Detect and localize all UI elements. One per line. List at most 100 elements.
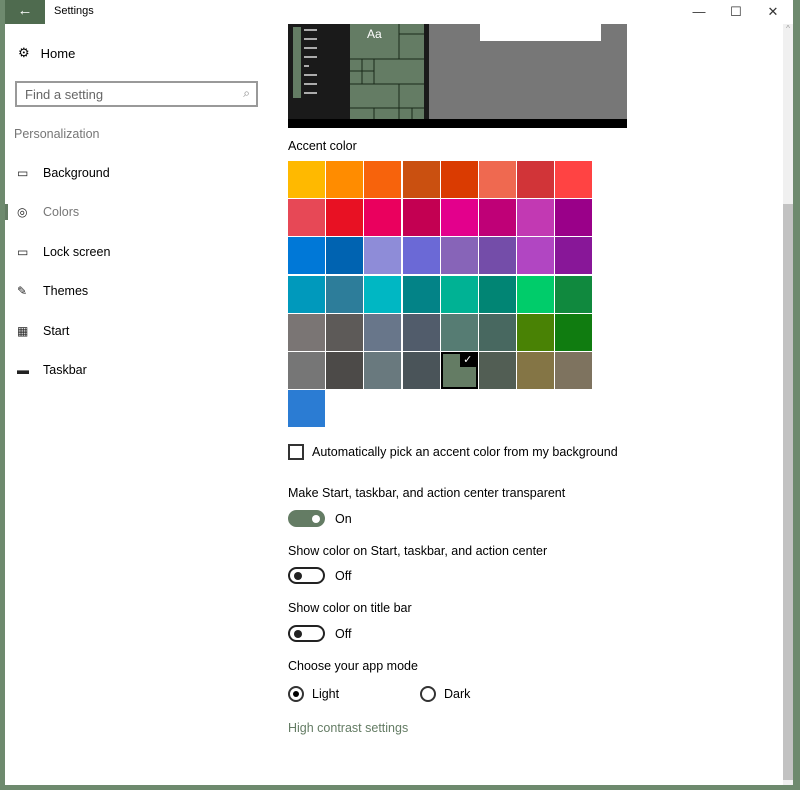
accent-color-grid <box>288 161 593 428</box>
high-contrast-link[interactable]: High contrast settings <box>288 721 408 735</box>
accent-swatch[interactable] <box>364 275 402 313</box>
arrow-left-icon: ← <box>17 2 33 19</box>
sidebar-item-label: Themes <box>43 284 89 299</box>
accent-swatch[interactable] <box>478 199 516 237</box>
accent-swatch[interactable] <box>326 199 364 237</box>
accent-swatch-selected[interactable] <box>440 351 478 389</box>
transparent-label: Make Start, taskbar, and action center t… <box>288 486 566 500</box>
sidebar-item-colors[interactable]: ◎ Colors <box>5 197 265 227</box>
accent-swatch[interactable] <box>364 351 402 389</box>
accent-swatch[interactable] <box>555 313 593 351</box>
scroll-up-icon[interactable]: ^ <box>783 24 793 33</box>
accent-swatch[interactable] <box>555 237 593 275</box>
accent-swatch[interactable] <box>517 313 555 351</box>
lock-screen-icon: ▭ <box>17 244 29 259</box>
show-color-start-toggle[interactable]: Off <box>288 567 351 584</box>
taskbar-icon: ▬ <box>17 363 29 377</box>
accent-swatch[interactable] <box>326 313 364 351</box>
scrollbar-thumb[interactable] <box>783 204 793 780</box>
accent-swatch[interactable] <box>555 351 593 389</box>
accent-swatch[interactable] <box>440 313 478 351</box>
sidebar-item-label: Start <box>43 323 70 338</box>
accent-swatch[interactable] <box>478 351 516 389</box>
preview-text: Aa <box>367 27 382 41</box>
accent-swatch[interactable] <box>364 237 402 275</box>
accent-swatch[interactable] <box>326 161 364 198</box>
minimize-button[interactable]: — <box>681 0 717 24</box>
auto-pick-checkbox[interactable]: Automatically pick an accent color from … <box>288 444 618 460</box>
accent-swatch[interactable] <box>288 351 325 389</box>
search-placeholder: Find a setting <box>25 87 104 102</box>
sidebar-item-taskbar[interactable]: ▬ Taskbar <box>5 355 265 385</box>
accent-swatch[interactable] <box>440 199 478 237</box>
toggle-state: On <box>335 511 352 526</box>
accent-swatch[interactable] <box>555 161 593 198</box>
preview-graphic <box>288 24 627 128</box>
accent-swatch[interactable] <box>288 275 325 313</box>
toggle-state: Off <box>335 568 352 583</box>
title-bar: ← Settings — ☐ ✕ <box>5 0 793 24</box>
radio-dark-label: Dark <box>444 687 471 701</box>
accent-swatch[interactable] <box>440 161 478 198</box>
accent-swatch[interactable] <box>288 161 325 198</box>
sidebar-item-start[interactable]: ▦ Start <box>5 316 265 346</box>
accent-swatch[interactable] <box>326 237 364 275</box>
search-input[interactable]: Find a setting ⌕ <box>15 81 258 107</box>
start-icon: ▦ <box>17 323 29 338</box>
auto-pick-label: Automatically pick an accent color from … <box>312 445 618 459</box>
accent-swatch[interactable] <box>288 390 325 428</box>
accent-swatch[interactable] <box>478 313 516 351</box>
accent-swatch[interactable] <box>517 275 555 313</box>
accent-swatch[interactable] <box>364 313 402 351</box>
home-link[interactable]: ⚙ Home <box>18 45 75 61</box>
radio-light[interactable]: Light <box>288 686 339 702</box>
accent-swatch[interactable] <box>288 199 325 237</box>
accent-swatch[interactable] <box>288 313 325 351</box>
accent-swatch[interactable] <box>555 199 593 237</box>
accent-swatch[interactable] <box>517 199 555 237</box>
accent-swatch[interactable] <box>440 237 478 275</box>
accent-swatch[interactable] <box>402 275 440 313</box>
accent-swatch[interactable] <box>326 351 364 389</box>
scrollbar[interactable]: ^ <box>783 24 793 785</box>
checkbox-box[interactable] <box>288 444 304 460</box>
accent-swatch[interactable] <box>478 275 516 313</box>
sidebar-item-label: Background <box>43 166 110 180</box>
sidebar-item-background[interactable]: ▭ Background <box>5 158 265 188</box>
accent-swatch[interactable] <box>364 161 402 198</box>
image-icon: ▭ <box>17 166 29 180</box>
show-color-start-label: Show color on Start, taskbar, and action… <box>288 544 548 558</box>
accent-swatch[interactable] <box>402 351 440 389</box>
close-button[interactable]: ✕ <box>755 0 791 24</box>
section-heading: Personalization <box>14 127 100 141</box>
sidebar-item-themes[interactable]: ✎ Themes <box>5 276 265 306</box>
palette-icon: ◎ <box>17 205 28 220</box>
accent-swatch[interactable] <box>517 351 555 389</box>
accent-swatch[interactable] <box>517 237 555 275</box>
transparent-toggle[interactable]: On <box>288 510 352 527</box>
accent-swatch[interactable] <box>402 199 440 237</box>
accent-swatch[interactable] <box>402 161 440 198</box>
maximize-button[interactable]: ☐ <box>718 0 754 24</box>
back-button[interactable]: ← <box>5 0 45 24</box>
window-title: Settings <box>54 5 94 17</box>
accent-swatch[interactable] <box>478 161 516 198</box>
gear-icon: ⚙ <box>18 45 30 60</box>
sidebar-item-label: Lock screen <box>43 244 111 259</box>
accent-swatch[interactable] <box>440 275 478 313</box>
show-color-title-toggle[interactable]: Off <box>288 625 351 642</box>
accent-swatch[interactable] <box>402 313 440 351</box>
sidebar-item-lock-screen[interactable]: ▭ Lock screen <box>5 237 265 267</box>
show-color-title-label: Show color on title bar <box>288 601 412 615</box>
radio-dark[interactable]: Dark <box>420 686 470 702</box>
accent-swatch[interactable] <box>326 275 364 313</box>
accent-swatch[interactable] <box>517 161 555 198</box>
theme-preview: Aa <box>288 24 627 128</box>
accent-swatch[interactable] <box>364 199 402 237</box>
accent-swatch[interactable] <box>555 275 593 313</box>
accent-swatch[interactable] <box>402 237 440 275</box>
accent-swatch[interactable] <box>478 237 516 275</box>
themes-icon: ✎ <box>17 284 28 299</box>
accent-color-label: Accent color <box>288 139 357 153</box>
accent-swatch[interactable] <box>288 237 325 275</box>
